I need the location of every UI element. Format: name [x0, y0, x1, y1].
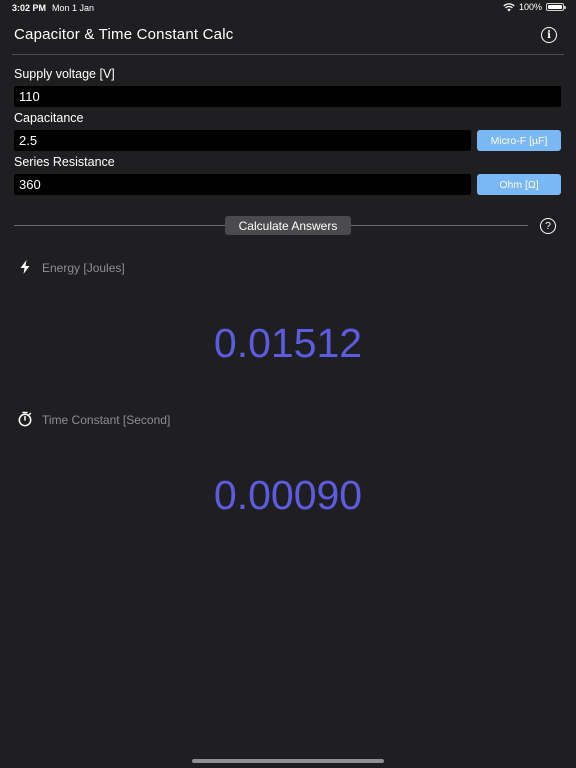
battery-icon [546, 3, 566, 11]
info-icon: i [547, 29, 551, 41]
supply-voltage-input[interactable] [14, 86, 561, 107]
resistance-unit-button[interactable]: Ohm [Ω] [477, 174, 561, 195]
capacitance-unit-button[interactable]: Micro-F [µF] [477, 130, 561, 151]
resistance-label: Series Resistance [14, 155, 115, 169]
wifi-icon [503, 2, 515, 11]
resistance-input[interactable] [14, 174, 471, 195]
capacitance-label: Capacitance [14, 111, 84, 125]
status-time: 3:02 PM [12, 3, 47, 13]
calculate-button[interactable]: Calculate Answers [225, 216, 351, 235]
supply-voltage-label: Supply voltage [V] [14, 67, 115, 81]
lightning-icon [20, 260, 30, 274]
stopwatch-icon [18, 411, 32, 427]
status-right-group: 100% [503, 2, 566, 12]
capacitance-input[interactable] [14, 130, 471, 151]
help-icon: ? [545, 220, 551, 232]
header-divider [12, 54, 564, 55]
page-title: Capacitor & Time Constant Calc [14, 26, 234, 43]
home-indicator[interactable] [192, 759, 384, 763]
energy-value: 0.01512 [213, 320, 363, 366]
help-button[interactable]: ? [540, 218, 556, 234]
time-constant-value: 0.00090 [213, 472, 363, 518]
energy-label: Energy [Joules] [42, 261, 125, 275]
status-date: Mon 1 Jan [52, 3, 95, 13]
info-button[interactable]: i [541, 27, 557, 43]
time-constant-label: Time Constant [Second] [42, 413, 171, 427]
battery-percent: 100% [518, 2, 542, 12]
